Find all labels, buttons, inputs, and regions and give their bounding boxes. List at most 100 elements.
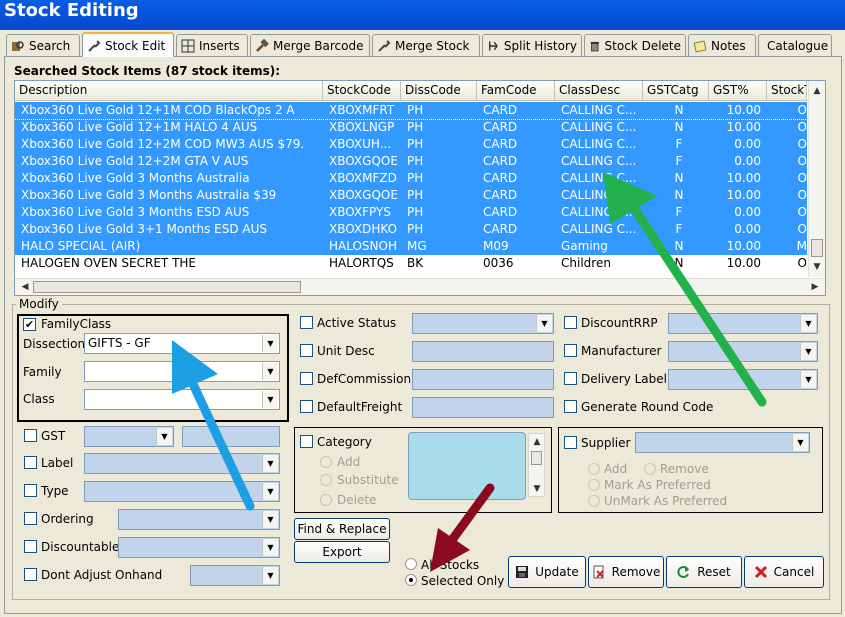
- stock-grid[interactable]: Description StockCode DissCode FamCode C…: [14, 80, 826, 296]
- scroll-down-icon[interactable]: ▼: [529, 481, 545, 497]
- manufacturer-checkbox[interactable]: [564, 344, 577, 357]
- family-select[interactable]: ▼: [84, 361, 280, 382]
- tab-split-history[interactable]: Split History: [482, 34, 582, 56]
- grid-vertical-scrollbar[interactable]: ▲ ▼: [808, 81, 825, 277]
- dont-adjust-onhand-checkbox[interactable]: [24, 568, 37, 581]
- gst-percent-input[interactable]: [182, 426, 280, 447]
- delivery-label-checkbox[interactable]: [564, 372, 577, 385]
- tab-notes[interactable]: Notes: [688, 34, 756, 56]
- label-checkbox[interactable]: [24, 456, 37, 469]
- delivery-label-select[interactable]: ▼: [668, 369, 818, 390]
- supplier-mark-preferred-radio[interactable]: [588, 479, 600, 491]
- category-delete-radio[interactable]: [320, 494, 332, 506]
- category-list[interactable]: [408, 432, 526, 500]
- scroll-thumb[interactable]: [33, 281, 301, 293]
- tab-inserts[interactable]: Inserts: [176, 34, 248, 56]
- table-row[interactable]: Xbox360 Live Gold 3 Months Australia $39…: [15, 187, 807, 204]
- scroll-up-icon[interactable]: ▲: [809, 83, 825, 99]
- column-header[interactable]: GST%: [709, 81, 767, 101]
- discountable-select[interactable]: ▼: [118, 537, 280, 558]
- class-label: Class: [23, 392, 55, 406]
- category-add-radio[interactable]: [320, 456, 332, 468]
- find-replace-button[interactable]: Find & Replace: [294, 518, 390, 540]
- export-button[interactable]: Export: [294, 541, 390, 563]
- type-checkbox[interactable]: [24, 484, 37, 497]
- tab-search[interactable]: Search: [6, 34, 80, 56]
- column-header[interactable]: FamCode: [477, 81, 555, 101]
- supplier-unmark-preferred-radio[interactable]: [588, 495, 600, 507]
- table-row[interactable]: HALOGEN OVEN SECRET THE HALORTQS BK 0036 Chi…: [15, 255, 807, 272]
- family-class-checkbox[interactable]: ✔: [23, 318, 36, 331]
- selected-only-radio[interactable]: [405, 574, 417, 586]
- reset-button[interactable]: Reset: [666, 556, 742, 588]
- scroll-right-icon[interactable]: ▶: [807, 279, 823, 295]
- column-header[interactable]: GSTCatg: [643, 81, 709, 101]
- table-cell: 0.00: [734, 154, 761, 168]
- ordering-select[interactable]: ▼: [118, 509, 280, 530]
- all-stocks-radio[interactable]: [405, 558, 417, 570]
- table-cell: CARD: [483, 205, 518, 219]
- def-commission-checkbox[interactable]: [300, 372, 313, 385]
- dissection-select[interactable]: GIFTS - GF ▼: [84, 333, 280, 354]
- table-row[interactable]: Xbox360 Live Gold 3+1 Months ESD AUS XBOX…: [15, 221, 807, 238]
- tab-merge-stock[interactable]: Merge Stock: [372, 34, 480, 56]
- category-list-scrollbar[interactable]: ▲ ▼: [528, 433, 545, 497]
- table-cell: XBOXGQOE: [329, 154, 398, 168]
- discountable-checkbox[interactable]: [24, 540, 37, 553]
- update-button[interactable]: Update: [508, 556, 586, 588]
- ordering-checkbox[interactable]: [24, 512, 37, 525]
- discount-rrp-select[interactable]: ▼: [668, 313, 818, 334]
- default-freight-checkbox[interactable]: [300, 400, 313, 413]
- chevron-down-icon: ▼: [262, 455, 278, 472]
- column-header[interactable]: DissCode: [401, 81, 477, 101]
- discount-rrp-checkbox[interactable]: [564, 316, 577, 329]
- table-row[interactable]: Xbox360 Live Gold 12+1M HALO 4 AUS XBOXLN…: [15, 119, 807, 136]
- scroll-up-icon[interactable]: ▲: [529, 434, 545, 450]
- supplier-remove-radio[interactable]: [644, 463, 656, 475]
- dont-adjust-onhand-select[interactable]: ▼: [190, 565, 280, 586]
- category-substitute-radio[interactable]: [320, 474, 332, 486]
- def-commission-input[interactable]: [412, 369, 554, 390]
- grid-horizontal-scrollbar[interactable]: ◀ ▶: [15, 278, 825, 295]
- supplier-checkbox[interactable]: [564, 436, 577, 449]
- trash-icon: [590, 41, 599, 51]
- table-row[interactable]: Xbox360 Live Gold 3 Months ESD AUS XBOXFP…: [15, 204, 807, 221]
- table-row[interactable]: Xbox360 Live Gold 12+2M COD MW3 AUS $79.…: [15, 136, 807, 153]
- active-status-checkbox[interactable]: [300, 316, 313, 329]
- column-header[interactable]: StockT: [767, 81, 807, 101]
- type-select[interactable]: ▼: [84, 481, 280, 502]
- active-status-select[interactable]: ▼: [412, 313, 554, 334]
- label-label: Label: [41, 456, 74, 470]
- scroll-thumb[interactable]: [811, 239, 823, 257]
- supplier-add-radio[interactable]: [588, 463, 600, 475]
- table-row[interactable]: Xbox360 Live Gold 12+2M GTA V AUS XBOXGQO…: [15, 153, 807, 170]
- column-header[interactable]: Description: [15, 81, 323, 101]
- type-label: Type: [41, 484, 69, 498]
- default-freight-input[interactable]: [412, 397, 554, 418]
- tab-strip: Search Stock Edit Inserts Merge Barcode …: [4, 32, 840, 57]
- remove-button[interactable]: Remove: [588, 556, 664, 588]
- column-header[interactable]: ClassDesc: [555, 81, 643, 101]
- tab-stock-delete[interactable]: Stock Delete: [584, 34, 686, 56]
- cancel-button[interactable]: Cancel: [744, 556, 824, 588]
- tab-merge-barcode[interactable]: Merge Barcode: [250, 34, 370, 56]
- supplier-select[interactable]: ▼: [635, 432, 810, 453]
- generate-round-code-checkbox[interactable]: [564, 400, 577, 413]
- table-row[interactable]: HALO SPECIAL (AIR) HALOSNOH MG M09 Gaming N 10…: [15, 238, 807, 255]
- tab-stock-edit[interactable]: Stock Edit: [82, 32, 174, 57]
- scroll-down-icon[interactable]: ▼: [809, 259, 825, 275]
- scroll-left-icon[interactable]: ◀: [17, 279, 33, 295]
- tab-catalogue[interactable]: Catalogue: [758, 34, 832, 56]
- gst-select[interactable]: ▼: [84, 426, 174, 447]
- manufacturer-select[interactable]: ▼: [668, 341, 818, 362]
- category-checkbox[interactable]: [300, 435, 313, 448]
- table-row[interactable]: Xbox360 Live Gold 12+1M COD BlackOps 2 A…: [15, 101, 808, 120]
- class-select[interactable]: ▼: [84, 389, 280, 410]
- table-row[interactable]: Xbox360 Live Gold 3 Months Australia XBOX…: [15, 170, 807, 187]
- label-select[interactable]: ▼: [84, 453, 280, 474]
- column-header[interactable]: StockCode: [323, 81, 401, 101]
- gst-checkbox[interactable]: [24, 429, 37, 442]
- scroll-thumb[interactable]: [531, 451, 542, 465]
- unit-desc-input[interactable]: [412, 341, 554, 362]
- unit-desc-checkbox[interactable]: [300, 344, 313, 357]
